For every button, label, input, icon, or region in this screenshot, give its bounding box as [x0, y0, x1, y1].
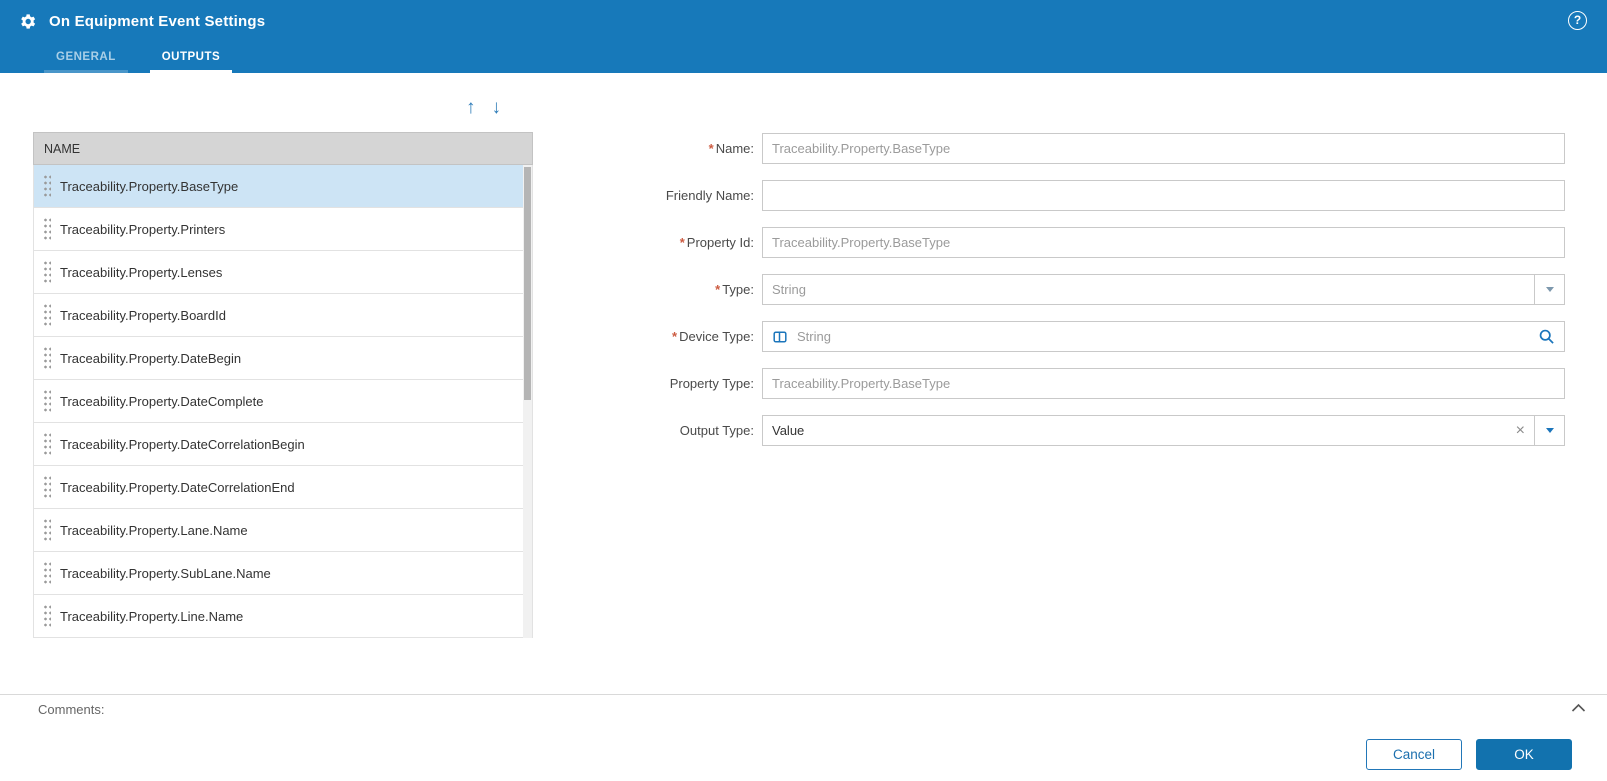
- list-item[interactable]: Traceability.Property.Line.Name: [34, 595, 532, 638]
- move-up-icon[interactable]: ↑: [466, 96, 476, 120]
- clear-icon[interactable]: ×: [1516, 422, 1525, 439]
- list-item[interactable]: Traceability.Property.DateComplete: [34, 380, 532, 423]
- field-name: * Name:: [640, 133, 1573, 164]
- list-item[interactable]: Traceability.Property.Printers: [34, 208, 532, 251]
- drag-handle-icon[interactable]: [43, 475, 51, 499]
- outputs-list: NAME Traceability.Property.BaseType Trac…: [33, 132, 533, 638]
- drag-handle-icon[interactable]: [43, 604, 51, 628]
- tab-bar: GENERAL OUTPUTS: [44, 44, 233, 73]
- list-item[interactable]: Traceability.Property.SubLane.Name: [34, 552, 532, 595]
- device-type-picker[interactable]: String: [762, 321, 1565, 352]
- required-marker: *: [672, 329, 678, 344]
- field-label: * Device Type:: [672, 329, 754, 344]
- property-type-input[interactable]: [762, 368, 1565, 399]
- list-item[interactable]: Traceability.Property.BaseType: [34, 165, 532, 208]
- field-friendly-name: Friendly Name:: [640, 180, 1573, 211]
- reorder-controls: ↑ ↓: [466, 96, 501, 120]
- page-title: On Equipment Event Settings: [49, 12, 266, 30]
- list-scrollbar[interactable]: [523, 165, 532, 638]
- required-marker: *: [679, 235, 685, 250]
- column-header-name: NAME: [44, 141, 81, 156]
- output-type-value: Value: [772, 423, 805, 438]
- comments-label: Comments:: [38, 702, 105, 717]
- field-label: * Name:: [708, 141, 754, 156]
- settings-icon: [21, 13, 36, 29]
- ok-button[interactable]: OK: [1476, 739, 1572, 770]
- list-item-label: Traceability.Property.DateComplete: [60, 393, 264, 409]
- comments-divider: [0, 694, 1607, 695]
- list-item[interactable]: Traceability.Property.DateBegin: [34, 337, 532, 380]
- drag-handle-icon[interactable]: [43, 561, 51, 585]
- list-item-label: Traceability.Property.DateCorrelationEnd: [60, 479, 295, 495]
- type-dropdown-button[interactable]: [1534, 275, 1564, 304]
- cancel-button[interactable]: Cancel: [1366, 739, 1462, 770]
- list-item-label: Traceability.Property.Printers: [60, 221, 226, 237]
- field-label: Output Type:: [679, 423, 754, 438]
- dialog-header: On Equipment Event Settings ? GENERAL OU…: [0, 0, 1607, 73]
- chevron-down-icon: [1545, 428, 1554, 433]
- friendly-name-input[interactable]: [762, 180, 1565, 211]
- list-body: Traceability.Property.BaseType Traceabil…: [33, 165, 533, 638]
- list-item-label: Traceability.Property.DateBegin: [60, 350, 242, 366]
- list-item-label: Traceability.Property.Line.Name: [60, 608, 244, 624]
- list-item-label: Traceability.Property.BaseType: [60, 178, 239, 194]
- tab-outputs[interactable]: OUTPUTS: [149, 44, 233, 73]
- list-item[interactable]: Traceability.Property.Lenses: [34, 251, 532, 294]
- list-item-label: Traceability.Property.Lenses: [60, 264, 223, 280]
- field-label: Friendly Name:: [665, 188, 754, 203]
- chevron-down-icon: [1545, 287, 1554, 292]
- collapse-comments-icon[interactable]: [1571, 703, 1586, 713]
- field-device-type: * Device Type: String: [640, 321, 1573, 352]
- tab-general[interactable]: GENERAL: [44, 44, 128, 73]
- dialog-on-equipment-event-settings: On Equipment Event Settings ? GENERAL OU…: [0, 0, 1607, 781]
- drag-handle-icon[interactable]: [43, 303, 51, 327]
- field-label: * Type:: [715, 282, 754, 297]
- name-input[interactable]: [762, 133, 1565, 164]
- property-id-input[interactable]: [762, 227, 1565, 258]
- list-item[interactable]: Traceability.Property.Lane.Name: [34, 509, 532, 552]
- list-item-label: Traceability.Property.BoardId: [60, 307, 226, 323]
- field-label: * Property Id:: [679, 235, 754, 250]
- drag-handle-icon[interactable]: [43, 346, 51, 370]
- list-item-label: Traceability.Property.SubLane.Name: [60, 565, 271, 581]
- type-value: String: [772, 282, 806, 297]
- output-type-dropdown-button[interactable]: [1534, 416, 1564, 445]
- drag-handle-icon[interactable]: [43, 260, 51, 284]
- required-marker: *: [715, 282, 721, 297]
- field-property-type: Property Type:: [640, 368, 1573, 399]
- device-type-icon: [773, 330, 787, 343]
- list-item[interactable]: Traceability.Property.BoardId: [34, 294, 532, 337]
- device-type-value: String: [797, 329, 831, 344]
- list-column-header: NAME: [33, 132, 533, 165]
- required-marker: *: [708, 141, 714, 156]
- search-icon[interactable]: [1538, 328, 1555, 345]
- scrollbar-thumb[interactable]: [524, 167, 531, 400]
- drag-handle-icon[interactable]: [43, 174, 51, 198]
- type-select[interactable]: String: [762, 274, 1565, 305]
- list-item-label: Traceability.Property.Lane.Name: [60, 522, 248, 538]
- move-down-icon[interactable]: ↓: [492, 96, 502, 120]
- list-item[interactable]: Traceability.Property.DateCorrelationEnd: [34, 466, 532, 509]
- drag-handle-icon[interactable]: [43, 389, 51, 413]
- list-item-label: Traceability.Property.DateCorrelationBeg…: [60, 436, 305, 452]
- drag-handle-icon[interactable]: [43, 217, 51, 241]
- field-output-type: Output Type: Value ×: [640, 415, 1573, 446]
- field-label: Property Type:: [669, 376, 754, 391]
- output-type-select[interactable]: Value ×: [762, 415, 1565, 446]
- list-item[interactable]: Traceability.Property.DateCorrelationBeg…: [34, 423, 532, 466]
- field-property-id: * Property Id:: [640, 227, 1573, 258]
- help-icon[interactable]: ?: [1568, 11, 1587, 30]
- drag-handle-icon[interactable]: [43, 518, 51, 542]
- field-type: * Type: String: [640, 274, 1573, 305]
- drag-handle-icon[interactable]: [43, 432, 51, 456]
